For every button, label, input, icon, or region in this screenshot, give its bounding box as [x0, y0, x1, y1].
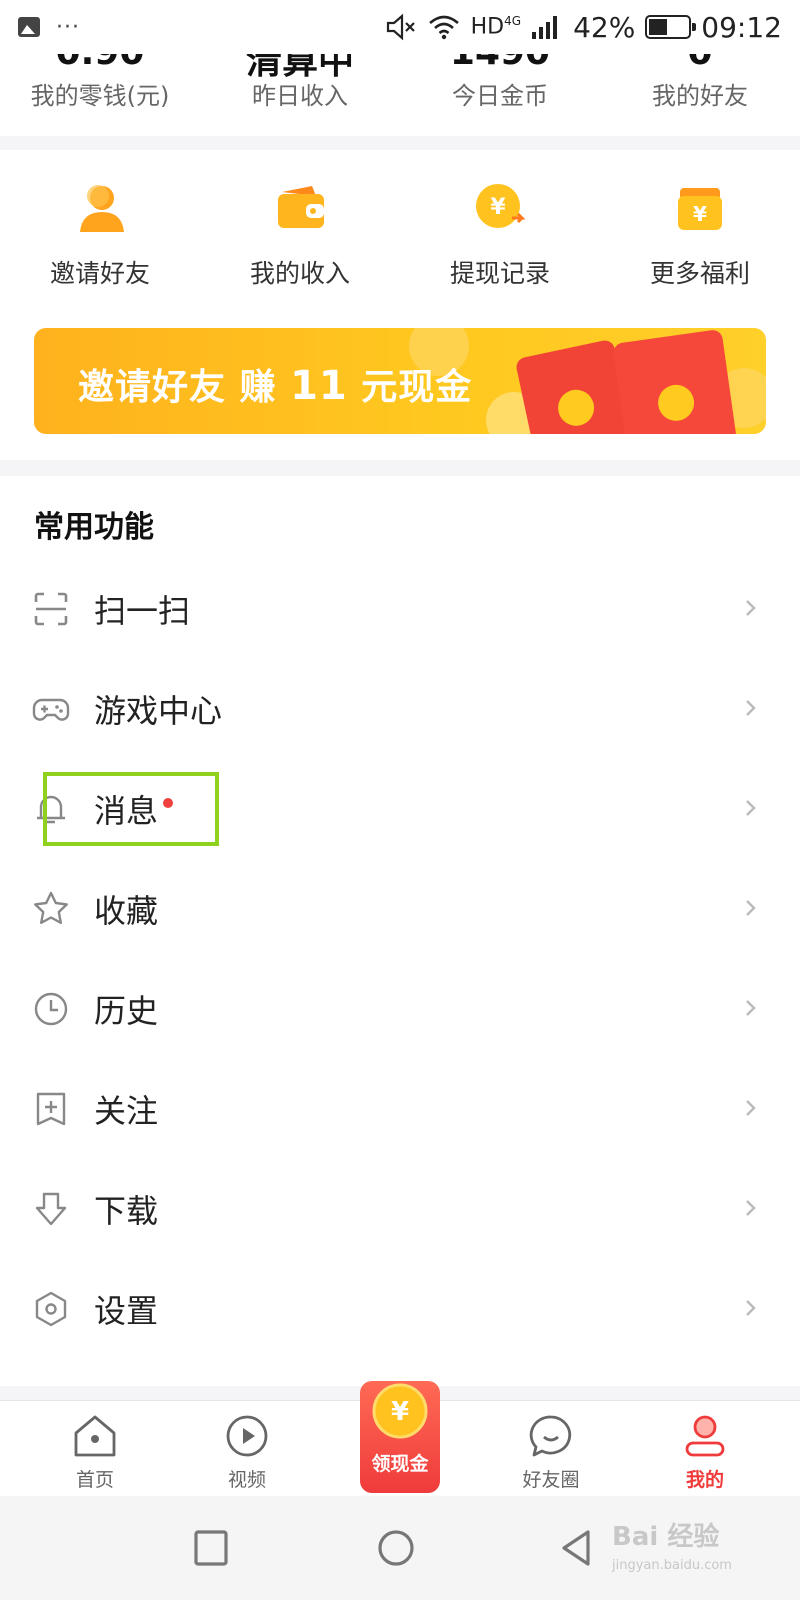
settings-hexagon-icon [35, 1291, 67, 1327]
back-triangle-icon[interactable] [556, 1526, 600, 1570]
chevron-right-icon [746, 1200, 756, 1216]
nav-label: 好友圈 [522, 1469, 580, 1491]
download-icon [35, 1192, 67, 1226]
stat-label: 今日金币 [452, 82, 548, 110]
func-item-label: 扫一扫 [94, 592, 191, 630]
func-item-label: 设置 [94, 1292, 159, 1330]
mute-icon [386, 13, 415, 41]
invite-banner[interactable]: 邀请好友 赚 11 元现金 [34, 328, 766, 434]
user-profile-icon [685, 1415, 725, 1457]
quick-action-withdraw-records[interactable]: ¥ 提现记录 [400, 180, 600, 290]
nav-tab-get-cash[interactable]: ¥ 领现金 [360, 1381, 440, 1493]
quick-action-label: 邀请好友 [49, 259, 150, 288]
nav-label: 首页 [75, 1469, 114, 1491]
func-item-label: 下载 [94, 1192, 159, 1230]
quick-action-income[interactable]: 我的收入 [200, 180, 400, 290]
invite-friend-icon [80, 185, 124, 232]
section-title: 常用功能 [34, 510, 154, 545]
watermark-text: Bai 经验 [612, 1522, 720, 1552]
quick-action-label: 提现记录 [449, 259, 550, 288]
more-notifications-indicator: ··· [56, 14, 80, 40]
func-item-download[interactable]: 下载 [0, 1158, 800, 1258]
status-bar: ··· HD4G 42% 09:12 [0, 0, 800, 54]
chevron-right-icon [746, 1100, 756, 1116]
recent-apps-icon[interactable] [190, 1526, 234, 1570]
func-item-favorites[interactable]: 收藏 [0, 858, 800, 958]
func-item-history[interactable]: 历史 [0, 958, 800, 1058]
follow-plus-icon [36, 1092, 66, 1126]
chevron-right-icon [746, 1300, 756, 1316]
svg-text:¥: ¥ [490, 195, 506, 220]
quick-action-label: 更多福利 [649, 259, 750, 288]
nav-label: 领现金 [371, 1453, 429, 1475]
gamepad-icon [32, 698, 70, 721]
chevron-right-icon [746, 1000, 756, 1016]
play-circle-icon [226, 1415, 268, 1457]
signal-icon [532, 16, 558, 39]
stat-yesterday-income[interactable]: 清算中 昨日收入 [200, 41, 400, 136]
func-item-scan[interactable]: 扫一扫 [0, 558, 800, 658]
bottom-nav: 首页 视频 ¥ 领现金 好友圈 我的 [0, 1381, 800, 1496]
battery-percent: 42% [573, 10, 636, 44]
stat-label: 我的好友 [652, 82, 748, 110]
func-item-follow[interactable]: 关注 [0, 1058, 800, 1158]
gallery-notification-icon [18, 17, 40, 37]
func-item-label: 历史 [94, 992, 159, 1030]
clock-time: 09:12 [701, 10, 782, 44]
stat-friends[interactable]: 0 我的好友 [600, 32, 800, 136]
stat-today-coins[interactable]: 1490 今日金币 [400, 32, 600, 136]
chevron-right-icon [746, 800, 756, 816]
stat-balance[interactable]: 0.90 我的零钱(元) [0, 32, 200, 136]
star-icon [34, 891, 68, 924]
stat-label: 我的零钱(元) [30, 82, 170, 110]
system-navigation-bar: Bai 经验 jingyan.baidu.com [0, 1496, 800, 1600]
nav-label: 视频 [227, 1469, 266, 1491]
gift-box-icon: ¥ [678, 188, 722, 230]
yuan-coin-icon: ¥ [372, 1383, 428, 1439]
quick-actions-card: 邀请好友 我的收入 ¥ 提现记录 ¥ 更多福利 邀请好友 赚 11 元现金 [0, 150, 800, 460]
banner-text: 邀请好友 赚 11 元现金 [78, 363, 473, 409]
network-type: 4G [504, 14, 522, 29]
nav-tab-mine[interactable]: 我的 [645, 1413, 765, 1492]
chevron-right-icon [746, 700, 756, 716]
battery-icon [645, 15, 697, 39]
home-icon [74, 1415, 116, 1457]
chat-bubble-icon [529, 1415, 572, 1457]
quick-action-label: 我的收入 [249, 259, 350, 288]
quick-action-more-benefits[interactable]: ¥ 更多福利 [600, 180, 800, 290]
svg-text:¥: ¥ [693, 202, 707, 226]
home-circle-icon[interactable] [374, 1526, 418, 1570]
func-item-game-center[interactable]: 游戏中心 [0, 658, 800, 758]
nav-tab-friends-circle[interactable]: 好友圈 [491, 1413, 611, 1492]
stat-label: 昨日收入 [252, 82, 348, 110]
scan-icon [34, 592, 68, 626]
withdraw-coin-icon: ¥ [476, 184, 526, 228]
annotation-highlight-box [43, 772, 219, 846]
chevron-right-icon [746, 600, 756, 616]
clock-icon [34, 992, 68, 1026]
wifi-icon [428, 15, 459, 40]
quick-action-invite[interactable]: 邀请好友 [0, 180, 200, 290]
func-item-label: 关注 [94, 1092, 159, 1130]
func-item-settings[interactable]: 设置 [0, 1258, 800, 1358]
svg-text:¥: ¥ [391, 1397, 409, 1427]
common-functions-card: 常用功能 扫一扫 游戏中心 消息 收藏 历史 关注 下载 设置 [0, 476, 800, 1386]
nav-tab-home[interactable]: 首页 [35, 1413, 155, 1492]
chevron-right-icon [746, 900, 756, 916]
func-item-label: 游戏中心 [94, 692, 223, 730]
watermark-url: jingyan.baidu.com [612, 1558, 732, 1573]
hd-indicator: HD4G [470, 14, 522, 40]
nav-tab-video[interactable]: 视频 [187, 1413, 307, 1492]
func-item-label: 收藏 [94, 892, 159, 930]
wallet-icon [278, 186, 324, 228]
nav-label: 我的 [685, 1469, 724, 1491]
wallet-stats: 0.90 我的零钱(元) 清算中 昨日收入 1490 今日金币 0 我的好友 [0, 32, 800, 136]
